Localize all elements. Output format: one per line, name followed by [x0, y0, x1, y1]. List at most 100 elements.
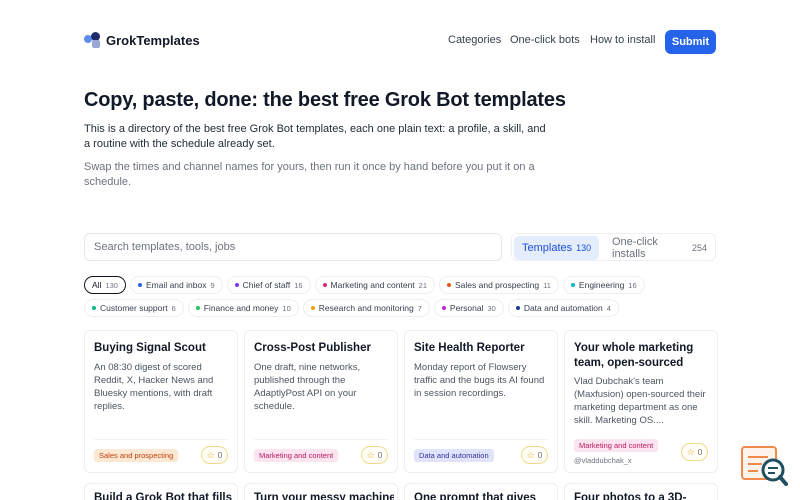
- card-description: An 08:30 digest of scored Reddit, X, Hac…: [94, 362, 214, 412]
- star-count: 0: [697, 447, 703, 457]
- chip-research-and-monitoring[interactable]: Research and monitoring 7: [302, 299, 430, 317]
- logo-icon: [84, 32, 100, 48]
- star-button[interactable]: ☆ 0: [361, 446, 388, 464]
- template-card-site-health-reporter[interactable]: Site Health Reporter Monday report of Fl…: [404, 330, 558, 473]
- star-icon: ☆: [686, 446, 695, 457]
- tab-templates[interactable]: Templates 130: [514, 236, 600, 260]
- logo-text: GrokTemplates: [106, 32, 200, 48]
- tab-count: 254: [691, 243, 707, 253]
- chip-label: Customer support: [100, 303, 168, 313]
- template-card[interactable]: Turn your messy machine: [244, 483, 398, 500]
- card-title: Build a Grok Bot that fills: [94, 492, 233, 500]
- card-description: One draft, nine networks, published thro…: [254, 362, 361, 412]
- category-tag[interactable]: Marketing and content: [574, 439, 659, 452]
- star-icon: ☆: [206, 449, 215, 460]
- chip-count: 9: [210, 280, 215, 290]
- star-icon: ☆: [366, 449, 375, 460]
- star-count: 0: [377, 450, 383, 460]
- category-dot-icon: [195, 306, 200, 310]
- chip-count: 21: [418, 280, 427, 290]
- submit-button[interactable]: Submit: [665, 30, 716, 54]
- template-card[interactable]: Build a Grok Bot that fills: [84, 483, 238, 500]
- chip-marketing-and-content[interactable]: Marketing and content 21: [314, 276, 435, 294]
- chip-label: All: [92, 280, 102, 290]
- card-title: Buying Signal Scout: [94, 342, 206, 354]
- template-card[interactable]: Four photos to a 3D-: [564, 483, 718, 500]
- category-tag[interactable]: Data and automation: [414, 449, 494, 462]
- chip-row: Customer support 6 Finance and money 10 …: [84, 299, 724, 317]
- star-button[interactable]: ☆ 0: [201, 446, 228, 464]
- card-title: One prompt that gives: [414, 492, 537, 500]
- chip-label: Personal: [449, 303, 484, 313]
- chip-label: Email and inbox: [145, 280, 207, 290]
- card-title: Four photos to a 3D-: [574, 492, 687, 500]
- nav-one-click-bots[interactable]: One-click bots: [510, 34, 580, 46]
- chip-label: Finance and money: [203, 303, 279, 313]
- chip-label: Data and automation: [523, 303, 603, 313]
- chip-count: 7: [417, 303, 422, 313]
- chip-sales-and-prospecting[interactable]: Sales and prospecting 11: [439, 276, 559, 294]
- card-title: Your whole marketing team, open-sourced: [574, 342, 694, 369]
- chip-count: 6: [171, 303, 176, 313]
- search-widget-icon[interactable]: [740, 445, 788, 489]
- chip-count: 130: [105, 280, 118, 290]
- chip-label: Sales and prospecting: [455, 280, 540, 290]
- card-title: Turn your messy machine: [254, 492, 394, 500]
- nav-categories[interactable]: Categories: [448, 34, 501, 46]
- chip-customer-support[interactable]: Customer support 6: [84, 299, 184, 317]
- tab-one-click-installs[interactable]: One-click installs 254: [604, 236, 715, 260]
- category-dot-icon: [515, 306, 520, 310]
- category-dot-icon: [570, 283, 575, 287]
- site-header: GrokTemplates Categories One-click bots …: [0, 0, 800, 84]
- chip-count: 16: [628, 280, 637, 290]
- chip-count: 4: [606, 303, 611, 313]
- card-divider: [94, 439, 228, 440]
- star-button[interactable]: ☆ 0: [681, 443, 708, 461]
- chip-count: 16: [294, 280, 303, 290]
- star-count: 0: [217, 450, 223, 460]
- card-author[interactable]: @vladdubchak_x: [574, 456, 632, 465]
- tab-count: 130: [576, 243, 592, 253]
- card-divider: [414, 439, 548, 440]
- chip-label: Marketing and content: [330, 280, 415, 290]
- card-divider: [254, 439, 388, 440]
- category-tag[interactable]: Sales and prospecting: [94, 449, 179, 462]
- category-dot-icon: [234, 283, 239, 287]
- category-dot-icon: [92, 306, 96, 310]
- chip-count: 10: [282, 303, 291, 313]
- star-button[interactable]: ☆ 0: [521, 446, 548, 464]
- category-tag[interactable]: Marketing and content: [254, 449, 339, 462]
- category-dot-icon: [441, 306, 446, 310]
- view-toggle: Templates 130 One-click installs 254: [511, 233, 716, 261]
- category-dot-icon: [322, 283, 327, 287]
- chip-count: 30: [487, 303, 496, 313]
- tab-label: One-click installs: [612, 236, 658, 260]
- template-card-cross-post-publisher[interactable]: Cross-Post Publisher One draft, nine net…: [244, 330, 398, 473]
- chip-data-and-automation[interactable]: Data and automation 4: [507, 299, 619, 317]
- chip-finance-and-money[interactable]: Finance and money 10: [187, 299, 299, 317]
- chip-label: Research and monitoring: [318, 303, 414, 313]
- hero-subtext: Swap the times and channel names for you…: [84, 161, 535, 188]
- star-count: 0: [537, 450, 543, 460]
- chip-personal[interactable]: Personal 30: [433, 299, 504, 317]
- nav-how-to-install[interactable]: How to install: [590, 34, 655, 46]
- chip-label: Engineering: [578, 280, 625, 290]
- template-card[interactable]: One prompt that gives: [404, 483, 558, 500]
- chip-count: 11: [543, 280, 551, 290]
- template-card-buying-signal-scout[interactable]: Buying Signal Scout An 08:30 digest of s…: [84, 330, 238, 473]
- chip-label: Chief of staff: [242, 280, 291, 290]
- card-description: Vlad Dubchak's team (Maxfusion) open-sou…: [574, 376, 706, 426]
- star-icon: ☆: [526, 449, 535, 460]
- category-filters: All 130 Email and inbox 9 Chief of staff…: [84, 276, 724, 322]
- tab-label: Templates: [522, 242, 573, 254]
- template-card-marketing-team[interactable]: Your whole marketing team, open-sourced …: [564, 330, 718, 473]
- chip-all[interactable]: All 130: [84, 276, 126, 294]
- chip-chief-of-staff[interactable]: Chief of staff 16: [226, 276, 311, 294]
- category-dot-icon: [310, 306, 315, 310]
- chip-engineering[interactable]: Engineering 16: [562, 276, 645, 294]
- category-dot-icon: [447, 283, 451, 287]
- chip-email-and-inbox[interactable]: Email and inbox 9: [129, 276, 223, 294]
- card-title: Cross-Post Publisher: [254, 342, 371, 354]
- search-input[interactable]: [84, 233, 502, 261]
- logo[interactable]: GrokTemplates: [84, 32, 200, 48]
